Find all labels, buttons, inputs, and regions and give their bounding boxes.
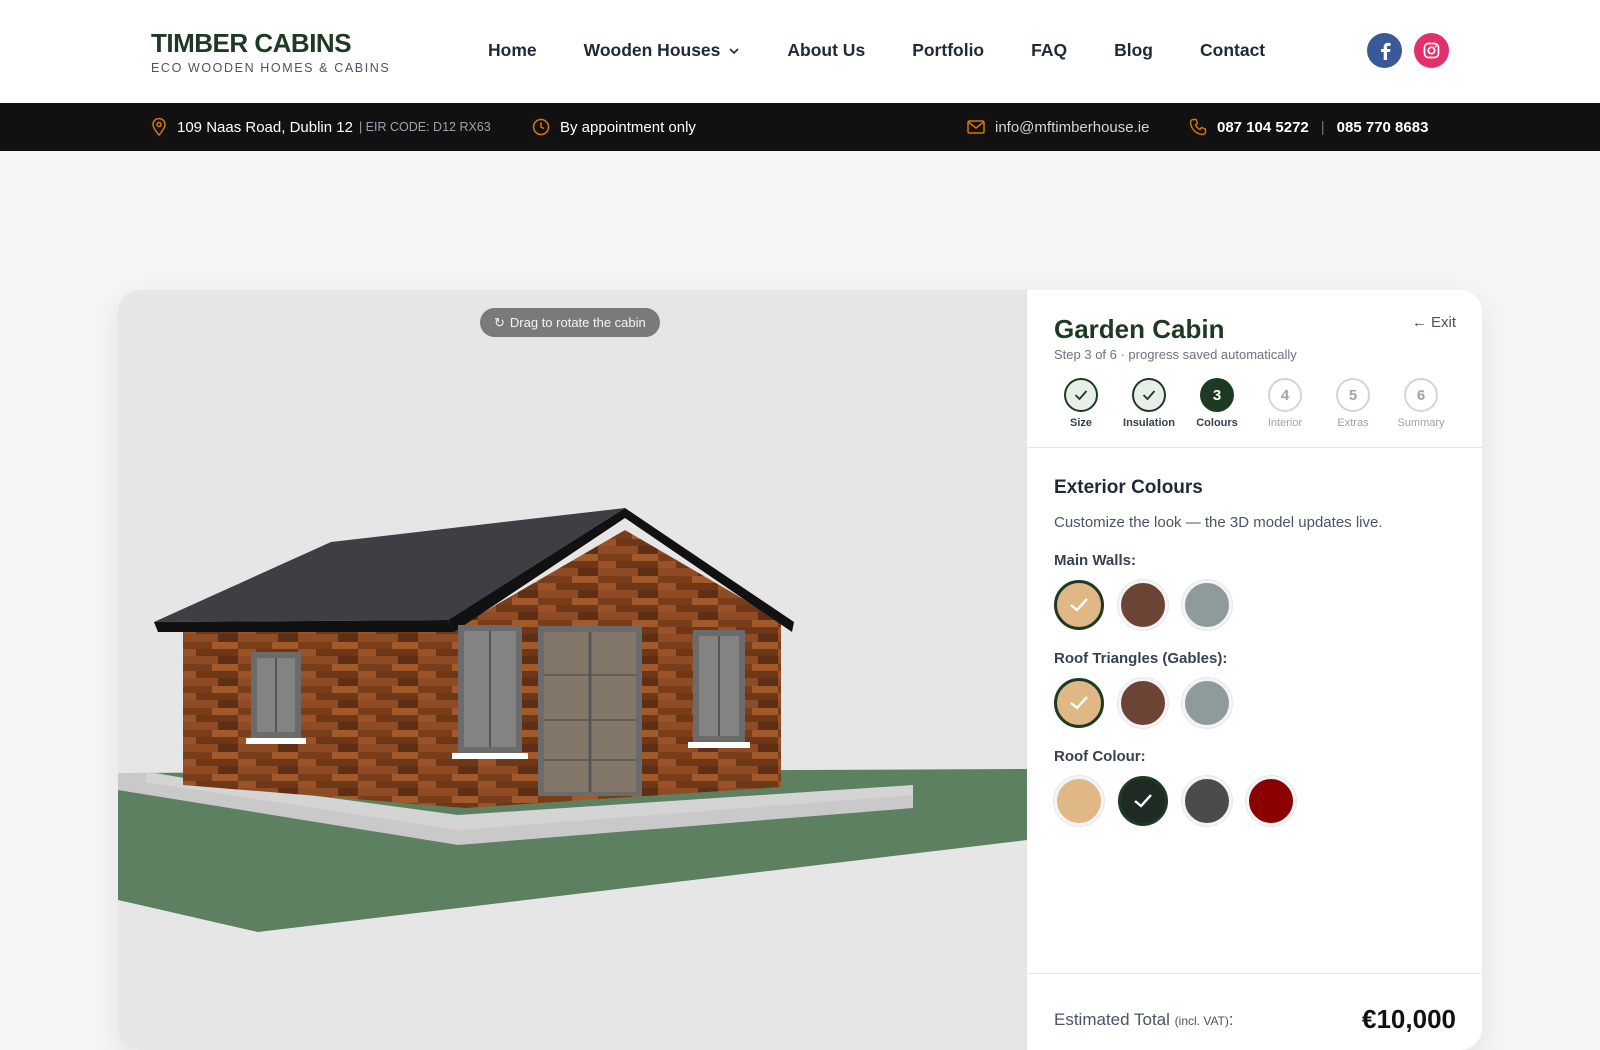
- drag-rotate-hint: ↻ Drag to rotate the cabin: [480, 308, 660, 337]
- estimated-total-value: €10,000: [1362, 1004, 1456, 1034]
- hours-text: By appointment only: [560, 118, 696, 136]
- map-pin-icon: [152, 118, 166, 136]
- step-progress: Size Insulation 3 Colours 4 Interior 5 E…: [1054, 378, 1464, 438]
- step-insulation[interactable]: Insulation: [1115, 378, 1183, 429]
- colour-swatch[interactable]: [1118, 776, 1168, 826]
- eircode-text: | EIR CODE: D12 RX63: [358, 120, 491, 134]
- arrow-left-icon: ←: [1411, 314, 1427, 331]
- clock-icon: [532, 118, 550, 136]
- main-walls-swatches: [1054, 580, 1246, 630]
- check-icon: [1142, 390, 1156, 401]
- main-walls-label: Main Walls:: [1054, 552, 1136, 569]
- address-info: 109 Naas Road, Dublin 12 | EIR CODE: D12…: [151, 103, 491, 151]
- cabin-3d-model[interactable]: [118, 290, 1027, 1050]
- exit-button[interactable]: ← Exit: [1412, 314, 1456, 331]
- phone-2: 085 770 8683: [1336, 118, 1429, 136]
- roof-colour-swatches: [1054, 776, 1310, 826]
- brand-tagline: ECO WOODEN HOMES & CABINS: [151, 61, 391, 75]
- step-1-check: [1064, 378, 1098, 412]
- colour-swatch[interactable]: [1054, 776, 1104, 826]
- step-summary[interactable]: 6 Summary: [1387, 378, 1455, 429]
- gables-swatches: [1054, 678, 1246, 728]
- step-4-label: Interior: [1267, 417, 1303, 429]
- configurator-card: ↻ Drag to rotate the cabin Garden Cabin …: [118, 290, 1482, 1050]
- total-label-text: Estimated Total: [1054, 1010, 1170, 1029]
- panel-subtitle: Step 3 of 6 · progress saved automatical…: [1054, 347, 1297, 362]
- facebook-button[interactable]: [1367, 33, 1402, 68]
- drag-hint-text: Drag to rotate the cabin: [509, 315, 646, 330]
- roof-colour-label: Roof Colour:: [1054, 748, 1146, 765]
- site-header: TIMBER CABINS ECO WOODEN HOMES & CABINS …: [0, 0, 1600, 103]
- colour-swatch[interactable]: [1246, 776, 1296, 826]
- step-5-label: Extras: [1337, 417, 1369, 429]
- colour-swatch[interactable]: [1118, 580, 1168, 630]
- check-icon: [1074, 390, 1088, 401]
- contact-info-bar: 109 Naas Road, Dublin 12 | EIR CODE: D12…: [0, 103, 1600, 151]
- nav-blog[interactable]: Blog: [1114, 40, 1153, 61]
- address-text: 109 Naas Road, Dublin 12: [177, 118, 353, 136]
- instagram-button[interactable]: [1414, 33, 1449, 68]
- nav-wooden-houses[interactable]: Wooden Houses: [584, 40, 741, 61]
- exit-label: Exit: [1430, 314, 1456, 331]
- chevron-down-icon: [729, 47, 739, 54]
- step-interior[interactable]: 4 Interior: [1251, 378, 1319, 429]
- nav-contact[interactable]: Contact: [1200, 40, 1265, 61]
- step-4-number: 4: [1268, 378, 1302, 412]
- phone-info[interactable]: 087 104 5272 | 085 770 8683: [1189, 103, 1428, 151]
- hours-info: By appointment only: [532, 103, 696, 151]
- total-vat-note: (incl. VAT): [1174, 1014, 1229, 1028]
- phone-1: 087 104 5272: [1217, 118, 1309, 136]
- total-colon: :: [1228, 1010, 1234, 1029]
- colour-swatch[interactable]: [1182, 580, 1232, 630]
- nav-home[interactable]: Home: [488, 40, 537, 61]
- step-colours[interactable]: 3 Colours: [1183, 378, 1251, 429]
- step-3-number: 3: [1200, 378, 1234, 412]
- step-6-label: Summary: [1397, 417, 1445, 429]
- nav-portfolio[interactable]: Portfolio: [912, 40, 984, 61]
- step-2-check: [1132, 378, 1166, 412]
- rotate-icon: ↻: [494, 314, 505, 330]
- email-info[interactable]: info@mftimberhouse.ie: [967, 103, 1149, 151]
- section-description: Customize the look — the 3D model update…: [1054, 514, 1383, 531]
- brand-name: TIMBER CABINS: [151, 28, 352, 58]
- email-text: info@mftimberhouse.ie: [995, 118, 1150, 136]
- gables-label: Roof Triangles (Gables):: [1054, 650, 1228, 667]
- check-icon: [1134, 794, 1152, 808]
- colour-swatch[interactable]: [1054, 678, 1104, 728]
- step-1-label: Size: [1069, 417, 1092, 429]
- colour-swatch[interactable]: [1182, 678, 1232, 728]
- nav-about-us[interactable]: About Us: [787, 40, 865, 61]
- check-icon: [1070, 598, 1088, 612]
- mail-icon: [967, 120, 985, 134]
- colour-swatch[interactable]: [1054, 580, 1104, 630]
- panel-title: Garden Cabin: [1054, 314, 1225, 344]
- step-5-number: 5: [1336, 378, 1370, 412]
- 3d-cabin-viewer[interactable]: ↻ Drag to rotate the cabin: [118, 290, 1027, 1050]
- nav-wooden-houses-label: Wooden Houses: [583, 40, 721, 60]
- config-panel: Garden Cabin Step 3 of 6 · progress save…: [1027, 290, 1482, 1050]
- steps-divider: [1027, 447, 1482, 448]
- step-6-number: 6: [1404, 378, 1438, 412]
- facebook-icon: [1380, 42, 1391, 60]
- step-3-label: Colours: [1196, 417, 1238, 429]
- step-extras[interactable]: 5 Extras: [1319, 378, 1387, 429]
- check-icon: [1070, 696, 1088, 710]
- nav-faq[interactable]: FAQ: [1031, 40, 1067, 61]
- phone-icon: [1189, 118, 1207, 136]
- estimated-total-label: Estimated Total (incl. VAT):: [1054, 1010, 1234, 1030]
- phone-separator: |: [1320, 118, 1325, 136]
- total-divider: [1027, 973, 1482, 974]
- colour-swatch[interactable]: [1182, 776, 1232, 826]
- step-2-label: Insulation: [1123, 417, 1175, 429]
- section-title: Exterior Colours: [1054, 477, 1203, 498]
- colour-swatch[interactable]: [1118, 678, 1168, 728]
- instagram-icon: [1423, 42, 1440, 59]
- brand-logo[interactable]: TIMBER CABINS ECO WOODEN HOMES & CABINS: [151, 28, 390, 75]
- step-size[interactable]: Size: [1047, 378, 1115, 429]
- main-nav: Home Wooden Houses About Us Portfolio FA…: [488, 40, 1312, 61]
